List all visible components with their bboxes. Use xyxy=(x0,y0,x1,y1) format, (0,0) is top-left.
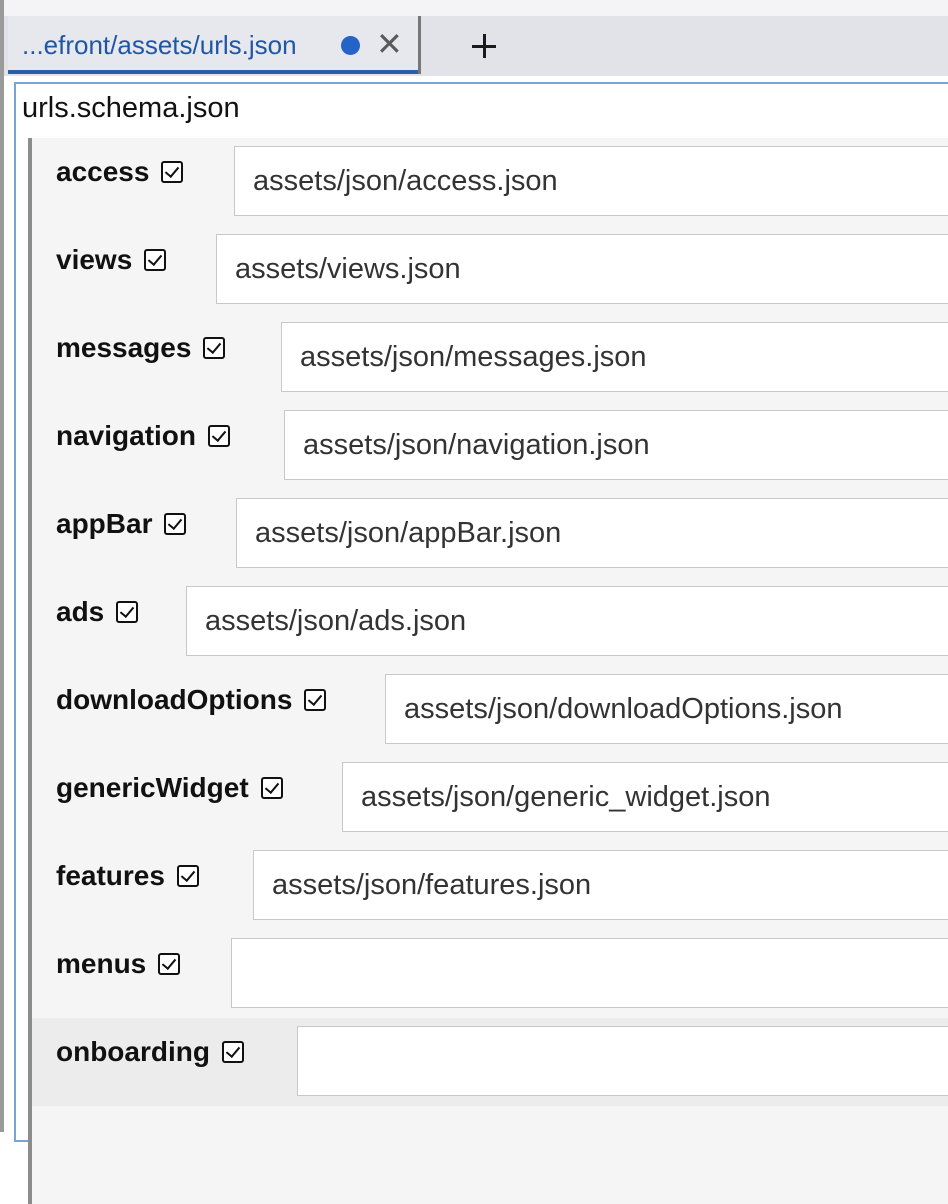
property-label-group: genericWidget xyxy=(56,772,283,804)
property-row-views: views xyxy=(32,226,948,314)
property-enabled-checkbox[interactable] xyxy=(161,161,184,183)
property-value-input[interactable] xyxy=(281,322,948,392)
unsaved-dot-icon xyxy=(341,36,360,55)
property-value-input[interactable] xyxy=(231,938,948,1008)
property-value-input[interactable] xyxy=(236,498,948,568)
property-label: menus xyxy=(56,948,147,979)
property-label: views xyxy=(56,244,133,275)
property-value-input[interactable] xyxy=(284,410,948,480)
property-label-group: navigation xyxy=(56,420,231,452)
property-row-access: access xyxy=(32,138,948,226)
property-value-input[interactable] xyxy=(253,850,948,920)
property-row-messages: messages xyxy=(32,314,948,402)
property-row-ads: ads xyxy=(32,578,948,666)
property-row-menus: menus xyxy=(32,930,948,1018)
property-enabled-checkbox[interactable] xyxy=(144,249,167,271)
property-label-group: views xyxy=(56,244,167,276)
property-label: features xyxy=(56,860,165,891)
property-enabled-checkbox[interactable] xyxy=(158,953,181,975)
property-row-genericWidget: genericWidget xyxy=(32,754,948,842)
window-left-edge xyxy=(0,0,4,1132)
property-row-features: features xyxy=(32,842,948,930)
property-enabled-checkbox[interactable] xyxy=(221,1041,244,1063)
property-label: ads xyxy=(56,596,105,627)
property-label-group: access xyxy=(56,156,184,188)
property-value-input[interactable] xyxy=(234,146,948,216)
property-row-appBar: appBar xyxy=(32,490,948,578)
property-label: genericWidget xyxy=(56,772,249,803)
property-label: appBar xyxy=(56,508,153,539)
property-label-group: ads xyxy=(56,596,139,628)
property-row-onboarding: onboarding xyxy=(32,1018,948,1106)
property-enabled-checkbox[interactable] xyxy=(116,601,139,623)
property-row-navigation: navigation xyxy=(32,402,948,490)
property-enabled-checkbox[interactable] xyxy=(260,777,283,799)
property-label-group: menus xyxy=(56,948,181,980)
property-enabled-checkbox[interactable] xyxy=(203,337,226,359)
tab-title[interactable]: ...efront/assets/urls.json xyxy=(22,30,297,61)
plus-icon[interactable] xyxy=(464,22,504,62)
property-value-input[interactable] xyxy=(216,234,948,304)
close-tab-icon[interactable]: ✕ xyxy=(376,25,403,63)
property-enabled-checkbox[interactable] xyxy=(304,689,327,711)
property-label: messages xyxy=(56,332,192,363)
properties-container: access views messages navigation appBar ads do… xyxy=(28,138,948,1204)
property-label-group: messages xyxy=(56,332,226,364)
property-enabled-checkbox[interactable] xyxy=(164,513,187,535)
property-value-input[interactable] xyxy=(186,586,948,656)
property-value-input[interactable] xyxy=(297,1026,948,1096)
property-label-group: onboarding xyxy=(56,1036,244,1068)
property-label: navigation xyxy=(56,420,197,451)
tab-bar-top-strip xyxy=(4,0,948,16)
tab-urls-json[interactable]: ...efront/assets/urls.json ✕ xyxy=(8,16,418,74)
tab-divider xyxy=(418,16,421,74)
tab-bar: ...efront/assets/urls.json ✕ xyxy=(4,0,948,76)
property-enabled-checkbox[interactable] xyxy=(176,865,199,887)
property-label: onboarding xyxy=(56,1036,210,1067)
property-label-group: appBar xyxy=(56,508,187,540)
schema-title: urls.schema.json xyxy=(22,92,240,124)
property-label: access xyxy=(56,156,150,187)
property-label: downloadOptions xyxy=(56,684,293,715)
property-value-input[interactable] xyxy=(385,674,948,744)
property-value-input[interactable] xyxy=(342,762,948,832)
property-enabled-checkbox[interactable] xyxy=(208,425,231,447)
property-label-group: features xyxy=(56,860,199,892)
property-row-downloadOptions: downloadOptions xyxy=(32,666,948,754)
json-schema-editor: urls.schema.json access views messages navi… xyxy=(14,82,948,1204)
property-label-group: downloadOptions xyxy=(56,684,327,716)
